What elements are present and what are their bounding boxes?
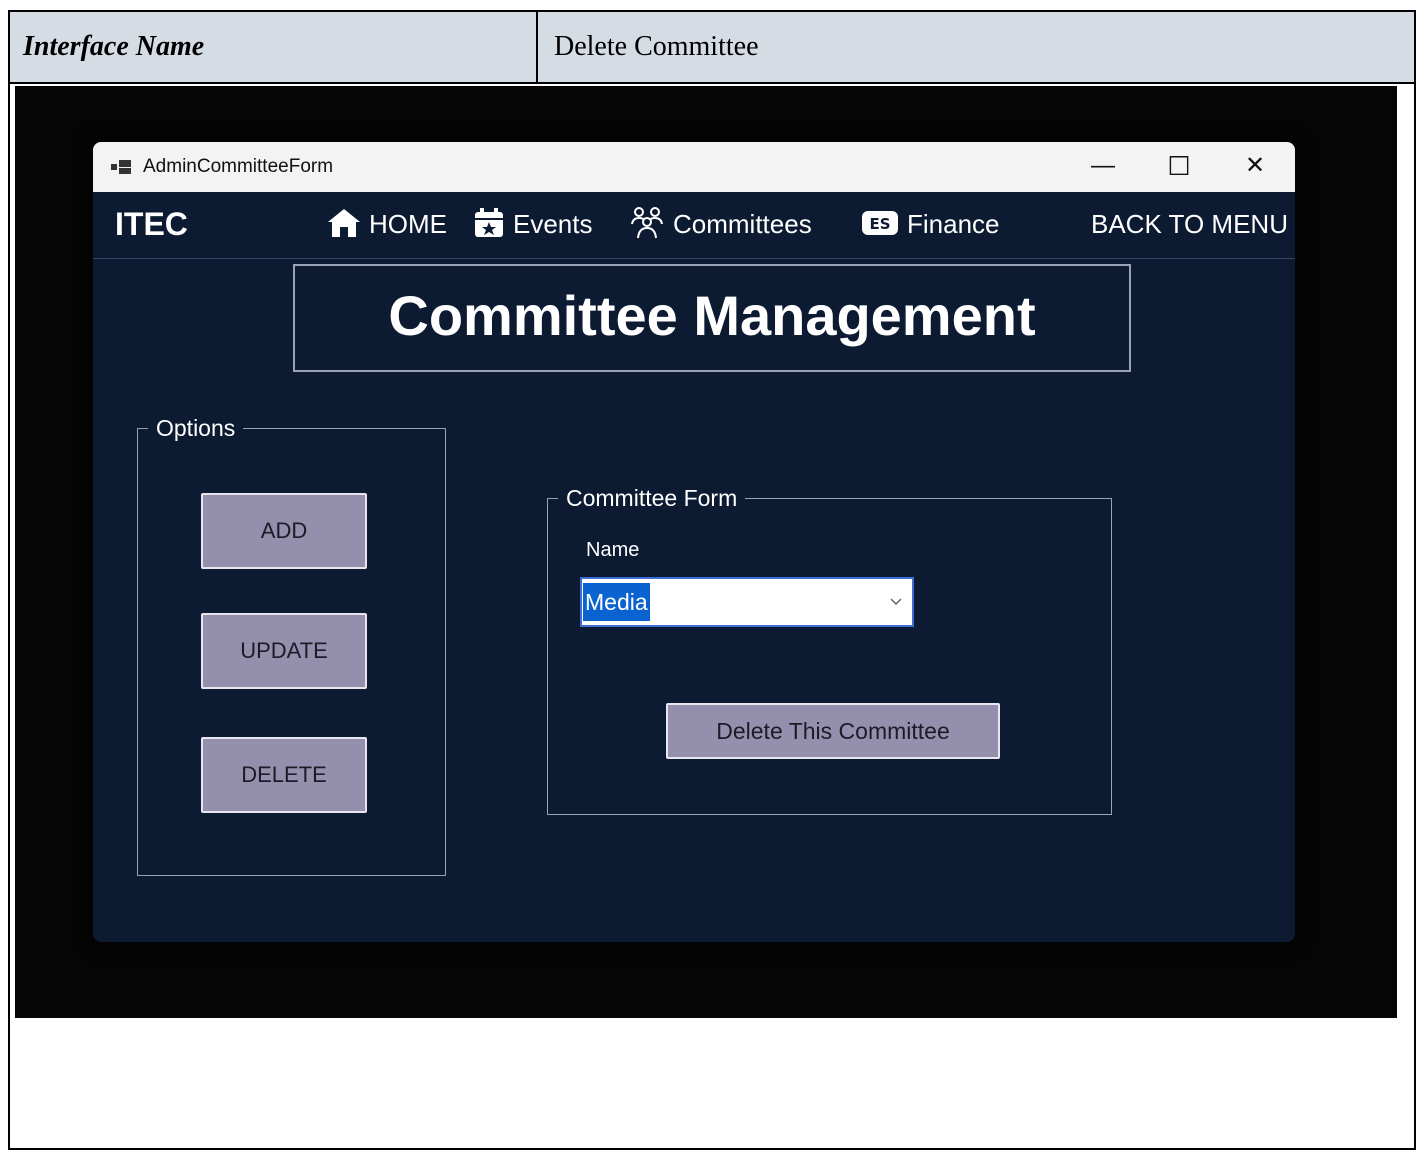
nav-events[interactable]: Events <box>473 192 593 256</box>
nav-home-label: HOME <box>369 209 447 239</box>
delete-button[interactable]: DELETE <box>201 737 367 813</box>
committee-form-group: Committee Form Name Media Delete This Co… <box>547 483 1112 815</box>
app-icon <box>111 160 131 174</box>
back-to-menu-link[interactable]: BACK TO MENU <box>1091 192 1288 256</box>
window-title: AdminCommitteeForm <box>143 156 334 177</box>
svg-text:ES: ES <box>869 215 890 233</box>
admin-committee-window: AdminCommitteeForm — ☐ ✕ ITEC HOME Event… <box>93 142 1295 942</box>
brand-logo: ITEC <box>115 206 188 242</box>
options-group: Options ADD UPDATE DELETE <box>137 413 446 876</box>
close-button[interactable]: ✕ <box>1225 142 1285 192</box>
update-button[interactable]: UPDATE <box>201 613 367 689</box>
minimize-button[interactable]: — <box>1073 142 1133 192</box>
interface-name-value: Delete Committee <box>554 31 759 62</box>
page-title: Committee Management <box>293 264 1131 372</box>
name-combobox[interactable]: Media <box>580 577 914 627</box>
nav-finance[interactable]: ES Finance <box>861 192 1000 256</box>
nav-committees-label: Committees <box>673 209 812 239</box>
home-icon <box>328 209 360 238</box>
calendar-star-icon <box>475 208 503 238</box>
money-icon: ES <box>862 211 898 236</box>
nav-finance-label: Finance <box>907 209 1000 239</box>
options-legend: Options <box>148 413 244 443</box>
top-navbar: ITEC HOME Events Committees ES Finance B… <box>93 192 1295 259</box>
nav-committees[interactable]: Committees <box>629 192 812 256</box>
nav-home[interactable]: HOME <box>327 192 447 256</box>
name-combobox-value: Media <box>583 583 650 621</box>
interface-name-label: Interface Name <box>10 12 538 82</box>
committee-form-legend: Committee Form <box>558 483 746 513</box>
chevron-down-icon[interactable] <box>886 589 906 613</box>
table-header-row: Interface Name Delete Committee <box>10 12 1414 84</box>
group-icon <box>631 207 663 239</box>
add-button[interactable]: ADD <box>201 493 367 569</box>
screenshot-area: AdminCommitteeForm — ☐ ✕ ITEC HOME Event… <box>15 86 1397 1018</box>
maximize-button[interactable]: ☐ <box>1149 142 1209 192</box>
window-titlebar: AdminCommitteeForm — ☐ ✕ <box>93 142 1295 192</box>
nav-events-label: Events <box>513 209 593 239</box>
delete-committee-button[interactable]: Delete This Committee <box>666 703 1000 759</box>
name-label: Name <box>586 539 640 561</box>
